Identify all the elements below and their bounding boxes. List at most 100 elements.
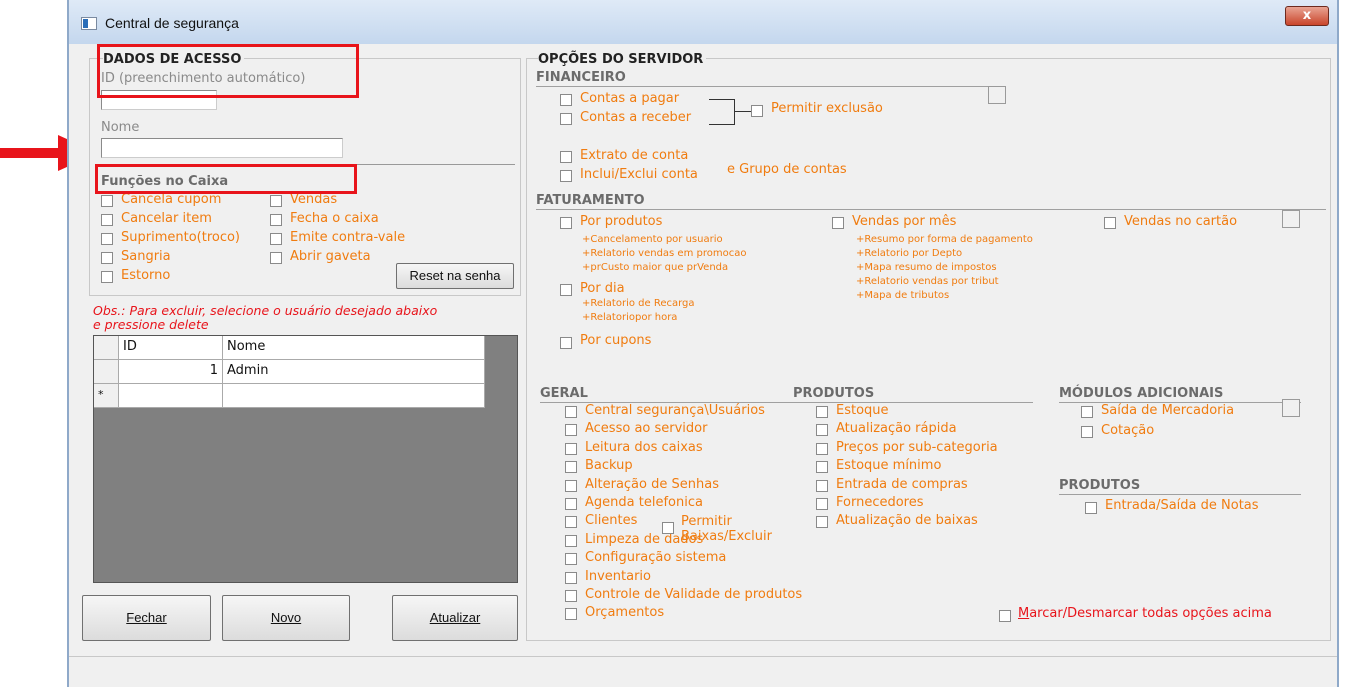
name-field[interactable]: [101, 138, 343, 158]
produtos-item-5-checkbox[interactable]: [816, 498, 828, 510]
caixa-right-0-checkbox[interactable]: [270, 195, 282, 207]
caixa-left-0-checkbox[interactable]: [101, 195, 113, 207]
vendas-mes-checkbox[interactable]: [832, 217, 844, 229]
atualizar-button[interactable]: Atualizar: [392, 595, 518, 641]
grid-corner: [94, 336, 119, 360]
new-row-marker[interactable]: *: [94, 384, 119, 408]
produtos-item-4-checkbox[interactable]: [816, 479, 828, 492]
modulos-item-1-label: Cotação: [1101, 423, 1155, 438]
caixa-left-3-checkbox[interactable]: [101, 252, 113, 264]
vendas-mes-sub-5: +Mapa de tributos: [856, 290, 950, 301]
caixa-right-2-checkbox[interactable]: [270, 233, 282, 245]
caixa-right-3-checkbox[interactable]: [270, 252, 282, 264]
produtos-item-6-checkbox[interactable]: [816, 516, 828, 529]
por-produtos-sub-1: +Cancelamento por usuario: [582, 234, 723, 245]
geral-item-8-label: Configuração sistema: [585, 550, 727, 566]
por-cupons-checkbox[interactable]: [560, 337, 572, 349]
caixa-left-1-checkbox[interactable]: [101, 214, 113, 226]
vendas-cartao-label: Vendas no cartão: [1124, 214, 1238, 229]
fechar-button[interactable]: Fechar: [82, 595, 211, 641]
caixa-right-1-label: Fecha o caixa: [290, 211, 379, 226]
geral-item-6-checkbox[interactable]: [565, 516, 577, 529]
contas-receber-label: Contas a receber: [580, 110, 692, 125]
caixa-left-2-checkbox[interactable]: [101, 233, 113, 245]
grupo-contas-label: e Grupo de contas: [727, 162, 847, 177]
produtos-item-3-checkbox[interactable]: [816, 461, 828, 474]
geral-item-3-checkbox[interactable]: [565, 461, 577, 474]
obs-text-2: e pressione delete: [93, 317, 209, 332]
row-selector[interactable]: [94, 360, 119, 384]
por-produtos-label: Por produtos: [580, 214, 663, 229]
table-row-id[interactable]: 1: [119, 360, 223, 384]
por-dia-checkbox[interactable]: [560, 284, 572, 296]
modulos-title: MÓDULOS ADICIONAIS: [1059, 386, 1224, 401]
geral-item-11-checkbox[interactable]: [565, 608, 577, 621]
annotation-box-functions: [95, 164, 357, 194]
por-produtos-sub-3: +prCusto maior que prVenda: [582, 262, 729, 273]
por-dia-label: Por dia: [580, 281, 625, 296]
geral-item-6-label: Clientes: [585, 513, 638, 529]
geral-item-1-label: Acesso ao servidor: [585, 421, 708, 437]
geral-item-9-checkbox[interactable]: [565, 571, 577, 584]
geral-item-5-checkbox[interactable]: [565, 498, 577, 510]
geral-item-0-label: Central segurança\Usuários: [585, 403, 765, 418]
produtos-item-0-checkbox[interactable]: [816, 406, 828, 418]
modulos-item-1-checkbox[interactable]: [1081, 426, 1093, 438]
bracket: [709, 99, 735, 125]
geral-item-1-checkbox[interactable]: [565, 424, 577, 437]
caixa-left-4-checkbox[interactable]: [101, 271, 113, 283]
new-row-nome[interactable]: [223, 384, 485, 408]
inclui-conta-checkbox[interactable]: [560, 170, 572, 182]
extrato-label: Extrato de conta: [580, 148, 689, 163]
produtos-item-4-label: Entrada de compras: [836, 476, 968, 492]
contas-receber-checkbox[interactable]: [560, 113, 572, 125]
extrato-checkbox[interactable]: [560, 151, 572, 163]
geral-item-0-checkbox[interactable]: [565, 406, 577, 418]
geral-item-2-checkbox[interactable]: [565, 442, 577, 455]
por-produtos-checkbox[interactable]: [560, 217, 572, 229]
entrada-saida-notas-checkbox[interactable]: [1085, 502, 1097, 514]
caixa-right-2-label: Emite contra-vale: [290, 230, 406, 245]
por-produtos-sub-2: +Relatorio vendas em promocao: [582, 248, 747, 259]
geral-item-4-checkbox[interactable]: [565, 479, 577, 492]
novo-button[interactable]: Novo: [222, 595, 350, 641]
marcar-todas-label[interactable]: Marcar/Desmarcar todas opções acima: [1018, 606, 1272, 621]
geral-item-7-checkbox[interactable]: [565, 534, 577, 547]
produtos-item-1-checkbox[interactable]: [816, 424, 828, 437]
produtos-item-6-label: Atualização de baixas: [836, 513, 978, 529]
produtos-item-2-checkbox[interactable]: [816, 442, 828, 455]
geral-item-10-checkbox[interactable]: [565, 590, 577, 602]
bracket-connector: [735, 111, 751, 112]
caixa-right-1-checkbox[interactable]: [270, 214, 282, 226]
grid-header-id[interactable]: ID: [119, 336, 223, 360]
caixa-left-3-label: Sangria: [121, 249, 171, 264]
permitir-baixas-label-1: Permitir: [681, 514, 732, 529]
vendas-cartao-checkbox[interactable]: [1104, 217, 1116, 229]
contas-pagar-checkbox[interactable]: [560, 94, 572, 106]
geral-item-2-label: Leitura dos caixas: [585, 439, 703, 455]
close-window-button[interactable]: x: [1285, 6, 1329, 26]
table-row-nome[interactable]: Admin: [223, 360, 485, 384]
geral-item-8-checkbox[interactable]: [565, 553, 577, 566]
permitir-baixas-checkbox[interactable]: [662, 522, 674, 534]
modulos-item-0-label: Saída de Mercadoria: [1101, 403, 1235, 418]
permitir-exclusao-checkbox[interactable]: [751, 105, 763, 117]
vendas-mes-sub-3: +Mapa resumo de impostos: [856, 262, 997, 273]
financeiro-toggle-box[interactable]: [988, 86, 1006, 104]
produtos-title: PRODUTOS: [793, 386, 875, 401]
produtos-item-5-label: Fornecedores: [836, 495, 924, 510]
marcar-todas-checkbox[interactable]: [999, 610, 1011, 622]
faturamento-toggle-box[interactable]: [1282, 210, 1300, 228]
modulos-item-0-checkbox[interactable]: [1081, 406, 1093, 418]
produtos-item-1-label: Atualização rápida: [836, 421, 957, 437]
users-grid[interactable]: ID Nome 1 Admin *: [93, 335, 518, 583]
obs-text-1: Obs.: Para excluir, selecione o usuário …: [93, 303, 438, 318]
vendas-mes-label: Vendas por mês: [852, 214, 957, 229]
modulos-toggle-box[interactable]: [1282, 399, 1300, 417]
produtos2-line: [1059, 494, 1301, 495]
reset-password-button[interactable]: Reset na senha: [396, 263, 514, 289]
permitir-exclusao-label: Permitir exclusão: [771, 101, 883, 116]
grid-header-nome[interactable]: Nome: [223, 336, 485, 360]
new-row-id[interactable]: [119, 384, 223, 408]
annotation-box-access: [97, 44, 359, 98]
